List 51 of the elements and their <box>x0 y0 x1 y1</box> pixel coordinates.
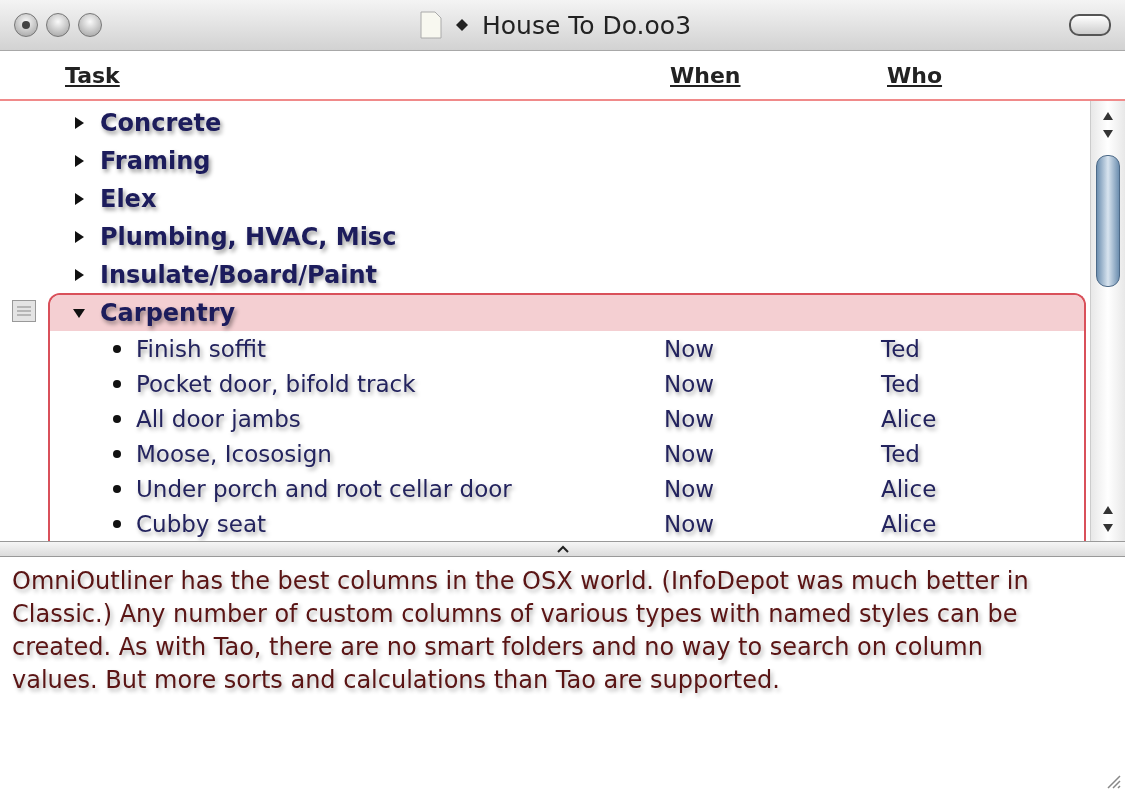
scroll-thumb[interactable] <box>1096 155 1120 287</box>
disclosure-triangle-right-icon[interactable] <box>72 154 86 168</box>
toolbar-toggle-button[interactable] <box>1069 14 1111 36</box>
task-cell-text: Cubby seat <box>136 509 267 538</box>
who-cell-text: Ted <box>881 369 921 398</box>
outline-row-title: Concrete <box>100 109 222 137</box>
scroll-bar[interactable] <box>1090 101 1125 541</box>
disclosure-triangle-right-icon[interactable] <box>72 116 86 130</box>
outline-row-title: Insulate/Board/Paint <box>100 261 377 289</box>
disclosure-triangle-right-icon[interactable] <box>72 230 86 244</box>
note-handle-icon[interactable] <box>12 300 36 322</box>
outline-row-title: Plumbing, HVAC, Misc <box>100 223 397 251</box>
bullet-icon <box>112 378 122 389</box>
bullet-icon <box>112 518 122 529</box>
zoom-button[interactable] <box>78 13 102 37</box>
outline-row-title: Elex <box>100 185 157 213</box>
disclosure-triangle-down-icon[interactable] <box>72 306 86 320</box>
outline-row-title: Carpentry <box>100 299 236 327</box>
column-title[interactable]: When <box>670 62 887 88</box>
window-title: House To Do.oo3 <box>481 10 692 40</box>
who-cell-text: Ted <box>881 334 921 363</box>
who-cell-text: Alice <box>881 474 938 503</box>
bullet-icon <box>112 448 122 459</box>
bullet-icon <box>112 483 122 494</box>
close-button[interactable] <box>14 13 38 37</box>
selected-row-outline[interactable]: Carpentry Finish soffit Now Ted Pocket door, bifold track Now Ted All door jambs Now Alice Moose, Icososign Now Ted Under porch and root cellar door Now Alice Cubby seat Now Alice <box>48 293 1086 541</box>
note-text: OmniOutliner has the best columns in the OSX world. (InfoDepot was much better in Classic.) Any number of custom columns of various types with named styles can be created. As with Tao, there are no smart folders and no way to search on column values. But more sorts and calculations than Tao are supported. <box>11 566 1030 696</box>
bullet-icon <box>112 343 122 354</box>
caret-up-icon[interactable] <box>556 545 569 553</box>
disclosure-triangle-right-icon[interactable] <box>72 192 86 206</box>
outline-row-title: Framing <box>100 147 211 175</box>
who-cell-text: Alice <box>881 509 938 538</box>
when-cell-text: Now <box>664 404 716 433</box>
task-cell-text: Moose, Icososign <box>136 439 333 468</box>
bullet-icon <box>112 413 122 424</box>
when-cell-text: Now <box>664 369 716 398</box>
document-icon <box>419 11 442 39</box>
who-cell-text: Alice <box>881 404 938 433</box>
task-cell-text: All door jambs <box>136 404 302 433</box>
column-title[interactable]: Who <box>887 62 1087 88</box>
when-cell-text: Now <box>664 439 716 468</box>
task-cell-text: Pocket door, bifold track <box>136 369 417 398</box>
task-cell-text: Finish soffit <box>136 334 268 363</box>
disclosure-triangle-right-icon[interactable] <box>72 268 86 282</box>
who-cell-text: Ted <box>881 439 921 468</box>
when-cell-text: Now <box>664 334 716 363</box>
when-cell-text: Now <box>664 509 716 538</box>
minimize-button[interactable] <box>46 13 70 37</box>
column-title[interactable]: Task <box>65 62 670 88</box>
task-cell-text: Under porch and root cellar door <box>136 474 513 503</box>
when-cell-text: Now <box>664 474 716 503</box>
